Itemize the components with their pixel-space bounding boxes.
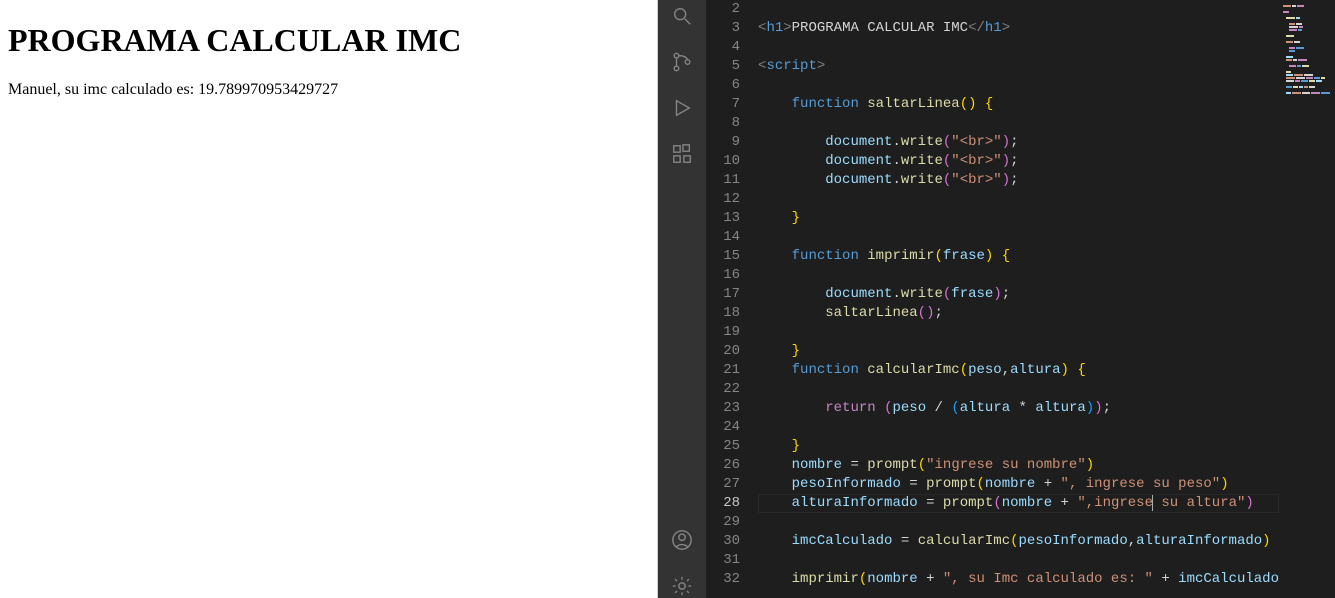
code-line[interactable]: imcCalculado = calcularImc(pesoInformado… [758, 532, 1279, 551]
code-content[interactable]: <h1>PROGRAMA CALCULAR IMC</h1> <script> f… [758, 0, 1279, 598]
line-number: 10 [706, 152, 740, 171]
code-line[interactable]: } [758, 437, 1279, 456]
line-number: 16 [706, 266, 740, 285]
code-line[interactable] [758, 114, 1279, 133]
code-line[interactable] [758, 76, 1279, 95]
search-icon[interactable] [670, 4, 694, 28]
line-number: 25 [706, 437, 740, 456]
line-number: 27 [706, 475, 740, 494]
code-line[interactable]: <h1>PROGRAMA CALCULAR IMC</h1> [758, 19, 1279, 38]
code-line[interactable]: document.write("<br>"); [758, 133, 1279, 152]
code-line[interactable]: document.write(frase); [758, 285, 1279, 304]
extensions-icon[interactable] [670, 142, 694, 166]
line-number: 31 [706, 551, 740, 570]
code-line[interactable] [758, 323, 1279, 342]
code-line[interactable] [758, 551, 1279, 570]
line-number: 8 [706, 114, 740, 133]
source-control-icon[interactable] [670, 50, 694, 74]
line-number: 5 [706, 57, 740, 76]
code-line[interactable]: } [758, 342, 1279, 361]
line-number: 22 [706, 380, 740, 399]
line-number: 7 [706, 95, 740, 114]
code-line[interactable] [758, 266, 1279, 285]
run-debug-icon[interactable] [670, 96, 694, 120]
line-number: 12 [706, 190, 740, 209]
activity-bar [658, 0, 706, 598]
code-editor[interactable]: 2345678910111213141516171819202122232425… [706, 0, 1335, 598]
line-number: 28 [706, 494, 740, 513]
browser-pane: PROGRAMA CALCULAR IMC Manuel, su imc cal… [0, 0, 658, 598]
settings-gear-icon[interactable] [670, 574, 694, 598]
code-line[interactable] [758, 190, 1279, 209]
code-line[interactable]: <script> [758, 57, 1279, 76]
imc-output-text: Manuel, su imc calculado es: 19.78997095… [8, 81, 649, 99]
line-number: 24 [706, 418, 740, 437]
line-number: 23 [706, 399, 740, 418]
line-number: 14 [706, 228, 740, 247]
line-number: 30 [706, 532, 740, 551]
line-number: 4 [706, 38, 740, 57]
code-line[interactable] [758, 38, 1279, 57]
code-line[interactable]: document.write("<br>"); [758, 171, 1279, 190]
code-line[interactable]: function imprimir(frase) { [758, 247, 1279, 266]
code-line[interactable] [758, 418, 1279, 437]
code-line[interactable]: function calcularImc(peso,altura) { [758, 361, 1279, 380]
code-line[interactable]: saltarLinea(); [758, 304, 1279, 323]
code-line[interactable] [758, 0, 1279, 19]
account-icon[interactable] [670, 528, 694, 552]
line-number: 29 [706, 513, 740, 532]
line-number: 19 [706, 323, 740, 342]
line-number: 32 [706, 570, 740, 589]
code-line[interactable]: return (peso / (altura * altura)); [758, 399, 1279, 418]
code-line[interactable]: alturaInformado = prompt(nombre + ",ingr… [758, 494, 1279, 513]
line-number: 13 [706, 209, 740, 228]
line-number: 20 [706, 342, 740, 361]
code-line[interactable] [758, 380, 1279, 399]
line-number: 3 [706, 19, 740, 38]
code-line[interactable]: imprimir(nombre + ", su Imc calculado es… [758, 570, 1279, 589]
code-line[interactable] [758, 513, 1279, 532]
line-number: 2 [706, 0, 740, 19]
code-line[interactable] [758, 228, 1279, 247]
code-line[interactable]: } [758, 209, 1279, 228]
minimap[interactable] [1279, 0, 1335, 598]
line-number: 11 [706, 171, 740, 190]
code-line[interactable]: document.write("<br>"); [758, 152, 1279, 171]
line-number: 9 [706, 133, 740, 152]
line-number: 26 [706, 456, 740, 475]
code-line[interactable]: nombre = prompt("ingrese su nombre") [758, 456, 1279, 475]
line-number: 6 [706, 76, 740, 95]
line-number: 15 [706, 247, 740, 266]
line-number: 18 [706, 304, 740, 323]
line-number: 17 [706, 285, 740, 304]
editor-pane: 2345678910111213141516171819202122232425… [658, 0, 1335, 598]
page-heading: PROGRAMA CALCULAR IMC [8, 22, 649, 59]
code-line[interactable]: function saltarLinea() { [758, 95, 1279, 114]
line-number: 21 [706, 361, 740, 380]
line-number-gutter: 2345678910111213141516171819202122232425… [706, 0, 758, 598]
code-line[interactable]: pesoInformado = prompt(nombre + ", ingre… [758, 475, 1279, 494]
